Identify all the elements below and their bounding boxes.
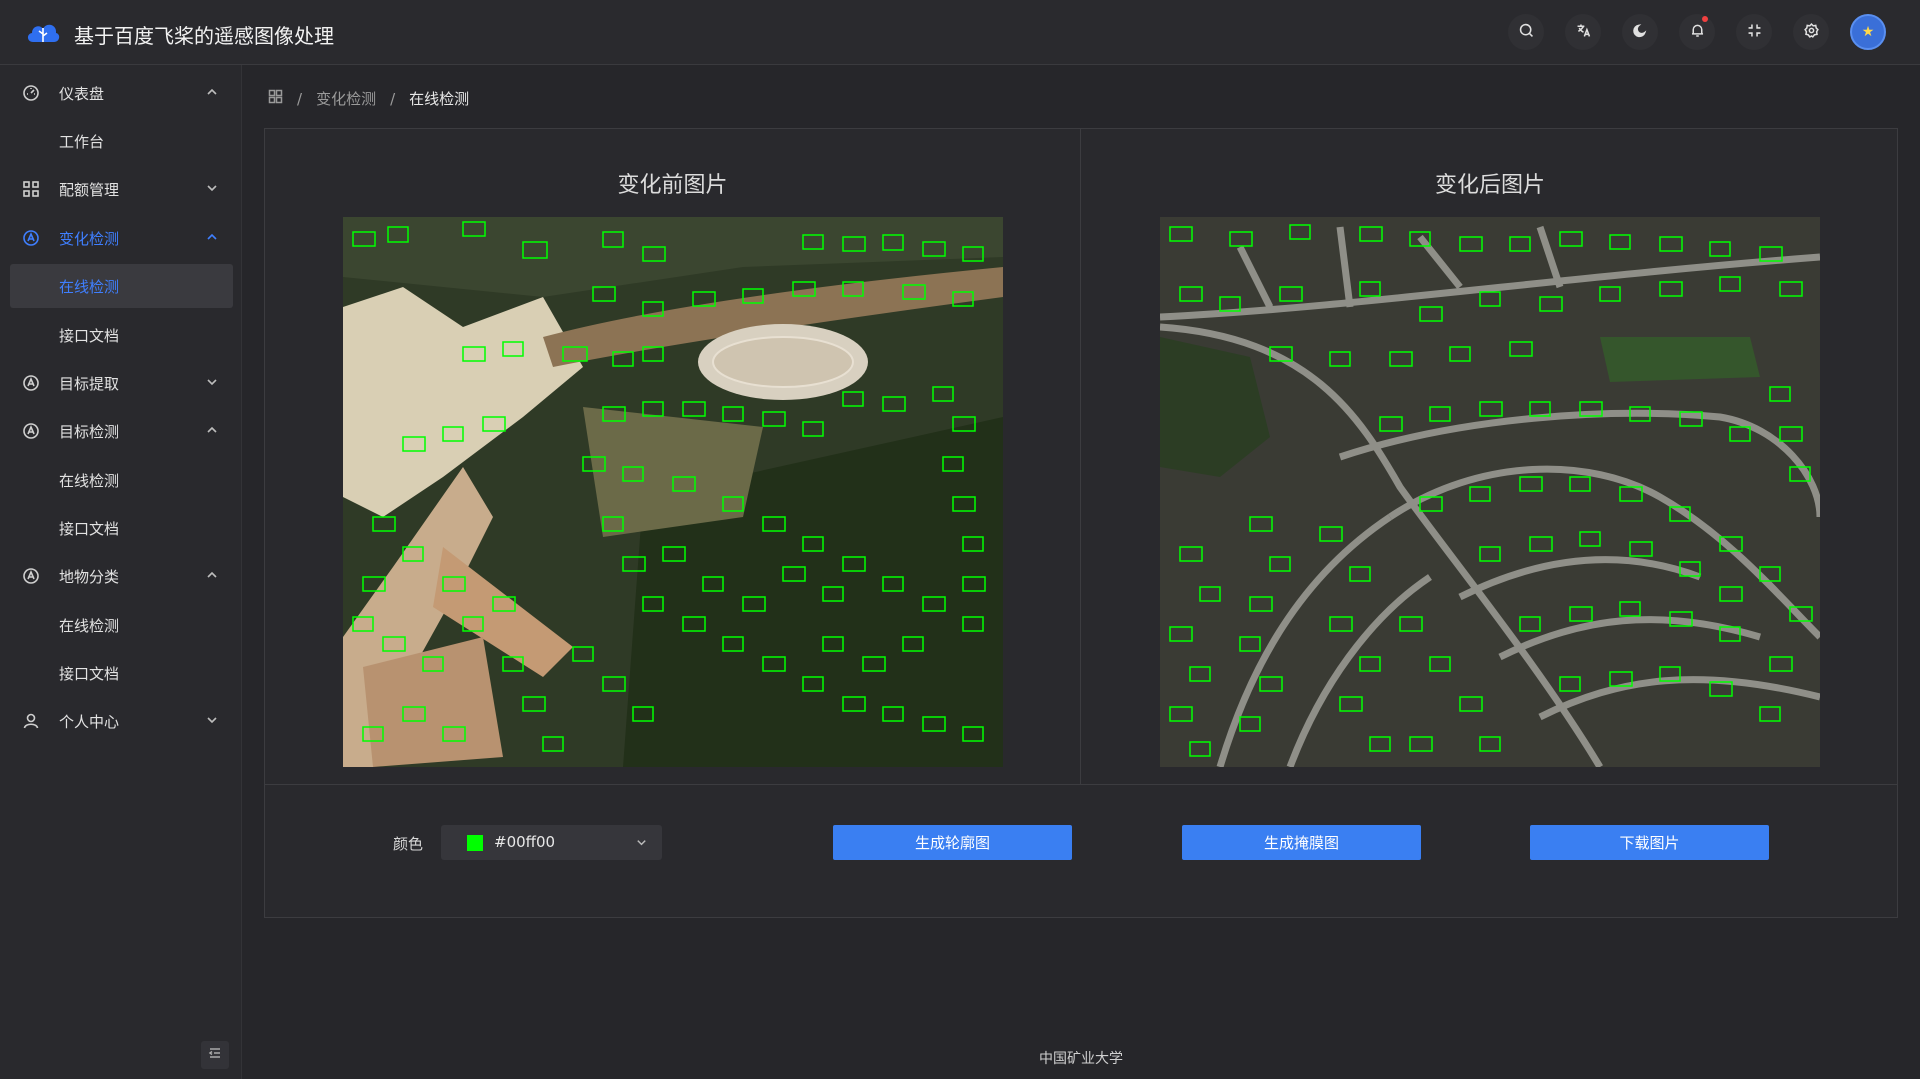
notification-dot — [1702, 16, 1708, 22]
before-image-panel: 变化前图片 — [265, 129, 1081, 784]
sidebar-item-quota[interactable]: 配额管理 — [10, 167, 233, 211]
sidebar-item-online-detection[interactable]: 在线检测 — [10, 603, 233, 647]
sidebar-item-personal-center[interactable]: 个人中心 — [10, 699, 233, 743]
chevron-up-icon — [205, 230, 219, 244]
app-title: 基于百度飞桨的遥感图像处理 — [74, 24, 334, 48]
generate-mask-button[interactable]: 生成掩膜图 — [1182, 825, 1421, 860]
chevron-down-icon — [635, 836, 648, 853]
sidebar-item-label: 仪表盘 — [59, 84, 105, 103]
avatar[interactable]: ★ — [1850, 14, 1886, 50]
settings-button[interactable] — [1793, 14, 1829, 50]
sidebar-item-label: 地物分类 — [59, 567, 120, 586]
footer-text: 中国矿业大学 — [1039, 1051, 1123, 1067]
sidebar-item-label: 接口文档 — [59, 326, 120, 345]
search-icon — [1518, 22, 1535, 43]
sidebar-item-label: 个人中心 — [59, 712, 120, 731]
sidebar-item-api-docs[interactable]: 接口文档 — [10, 506, 233, 550]
fullscreen-icon — [1746, 22, 1763, 43]
chevron-up-icon — [205, 568, 219, 582]
chevron-down-icon — [205, 375, 219, 389]
before-satellite-image — [343, 217, 1003, 767]
sidebar-item-api-docs[interactable]: 接口文档 — [10, 313, 233, 357]
detect-icon — [22, 567, 40, 585]
generate-contour-button[interactable]: 生成轮廓图 — [833, 825, 1072, 860]
breadcrumb-separator: / — [297, 89, 303, 108]
sidebar-collapse-button[interactable] — [201, 1041, 229, 1069]
after-image-title: 变化后图片 — [1434, 173, 1545, 198]
breadcrumb-item[interactable]: 变化检测 — [316, 88, 376, 109]
download-image-button[interactable]: 下载图片 — [1530, 825, 1769, 860]
panel-divider — [265, 784, 1897, 785]
color-value: #00ff00 — [494, 833, 556, 851]
sidebar-item-label: 配额管理 — [59, 180, 120, 199]
theme-toggle-button[interactable] — [1622, 14, 1658, 50]
sidebar-item-dashboard[interactable]: 仪表盘 — [10, 71, 233, 115]
sidebar-item-label: 接口文档 — [59, 519, 120, 538]
sidebar-item-label: 工作台 — [59, 132, 105, 151]
breadcrumb-current: 在线检测 — [409, 90, 470, 108]
sidebar-item-online-detection[interactable]: 在线检测 — [10, 458, 233, 502]
sidebar-item-target-extraction[interactable]: 目标提取 — [10, 361, 233, 405]
sidebar-item-label: 目标提取 — [59, 374, 120, 393]
sidebar-item-label: 目标检测 — [59, 422, 120, 441]
color-select[interactable]: #00ff00 — [441, 825, 662, 860]
chevron-up-icon — [205, 85, 219, 99]
grid-icon — [22, 180, 40, 198]
sidebar-item-label: 在线检测 — [59, 277, 120, 296]
bell-icon — [1689, 22, 1706, 43]
sidebar-item-label: 变化检测 — [59, 229, 120, 248]
sidebar-item-land-classification[interactable]: 地物分类 — [10, 554, 233, 598]
before-image-title: 变化前图片 — [617, 173, 728, 198]
chevron-down-icon — [205, 181, 219, 195]
sidebar-item-online-detection[interactable]: 在线检测 — [10, 264, 233, 308]
moon-icon — [1632, 22, 1649, 43]
breadcrumb: / 变化检测 / 在线检测 — [268, 88, 469, 109]
color-swatch — [467, 835, 483, 851]
sidebar-item-label: 接口文档 — [59, 664, 120, 683]
top-header: 基于百度飞桨的遥感图像处理 ★ — [0, 0, 1920, 65]
search-button[interactable] — [1508, 14, 1544, 50]
after-image-panel: 变化后图片 — [1082, 129, 1898, 784]
translate-button[interactable] — [1565, 14, 1601, 50]
sidebar-item-api-docs[interactable]: 接口文档 — [10, 651, 233, 695]
translate-icon — [1575, 22, 1592, 43]
menu-fold-icon — [208, 1046, 222, 1064]
gear-icon — [1803, 22, 1820, 43]
sidebar-item-change-detection[interactable]: 变化检测 — [10, 216, 233, 260]
breadcrumb-separator: / — [390, 89, 396, 108]
detect-icon — [22, 374, 40, 392]
detect-icon — [22, 229, 40, 247]
after-satellite-image — [1160, 217, 1820, 767]
chevron-up-icon — [205, 423, 219, 437]
chevron-down-icon — [205, 713, 219, 727]
user-icon — [22, 712, 40, 730]
sidebar: 仪表盘 工作台 配额管理 变化检测 在线检测 接口文档 目标提取 目标检测 在线… — [0, 65, 242, 1079]
fullscreen-button[interactable] — [1736, 14, 1772, 50]
sidebar-item-target-detection[interactable]: 目标检测 — [10, 409, 233, 453]
notification-button[interactable] — [1679, 14, 1715, 50]
sidebar-item-label: 在线检测 — [59, 471, 120, 490]
detect-icon — [22, 422, 40, 440]
detection-panel: 变化前图片 变化后图片 颜色 #00ff00 生成轮廓图 生成掩膜图 下载图片 — [264, 128, 1898, 918]
sidebar-item-workbench[interactable]: 工作台 — [10, 119, 233, 163]
dashboard-icon — [22, 84, 40, 102]
color-label: 颜色 — [393, 835, 424, 853]
sidebar-item-label: 在线检测 — [59, 616, 120, 635]
cloud-logo-icon — [24, 16, 62, 48]
home-grid-icon[interactable] — [268, 89, 283, 108]
